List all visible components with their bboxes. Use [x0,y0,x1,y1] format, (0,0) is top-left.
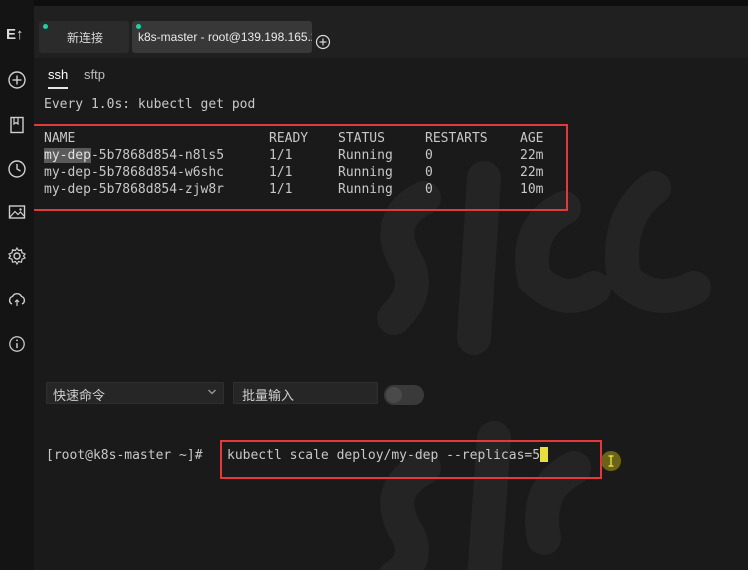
tab-bar: 新连接 k8s-master - root@139.198.165.2... [34,0,748,58]
info-button[interactable] [5,332,29,356]
add-tab-button[interactable] [315,34,331,50]
batch-input-toggle[interactable] [384,385,424,405]
bookmarks-button[interactable] [5,113,29,137]
tab-ssh[interactable]: ssh [48,67,68,82]
plus-circle-icon [315,34,331,50]
clock-icon [8,160,26,178]
batch-input-field[interactable]: 批量输入 [233,382,378,404]
history-button[interactable] [5,157,29,181]
text-cursor-icon [601,451,621,471]
tab-k8s-master[interactable]: k8s-master - root@139.198.165.2... [132,21,312,53]
image-icon [8,205,26,219]
plus-circle-icon [8,71,26,89]
cloud-sync-button[interactable] [5,288,29,312]
tab-new-connection[interactable]: 新连接 [39,21,129,53]
cloud-sync-icon [8,293,26,306]
connection-status-dot [43,24,48,29]
new-connection-button[interactable] [5,68,29,92]
sidebar: E↑ [0,0,34,570]
settings-button[interactable] [5,244,29,268]
shell-prompt: [root@k8s-master ~]# [46,448,203,463]
annotation-box-command [220,440,602,479]
bookmark-icon [10,116,24,134]
app-logo: E↑ [6,26,24,43]
gear-icon [8,246,26,266]
tab-sftp[interactable]: sftp [84,67,105,82]
terminal-panel: ssh sftp Every 1.0s: kubectl get pod NAM… [34,58,748,570]
quick-command-value: 快速命令 [53,388,106,403]
chevron-down-icon [208,389,216,395]
active-tab-indicator [48,87,68,89]
batch-input-placeholder: 批量输入 [242,388,295,403]
tab-label: 新连接 [67,30,104,45]
info-icon [9,336,25,352]
images-button[interactable] [5,200,29,224]
annotation-box-pod-table [34,124,568,211]
toggle-knob [386,387,402,403]
watch-header: Every 1.0s: kubectl get pod [44,97,256,112]
quick-command-select[interactable]: 快速命令 [46,382,224,404]
connection-status-dot [136,24,141,29]
tab-label: k8s-master - root@139.198.165.2... [138,30,312,44]
